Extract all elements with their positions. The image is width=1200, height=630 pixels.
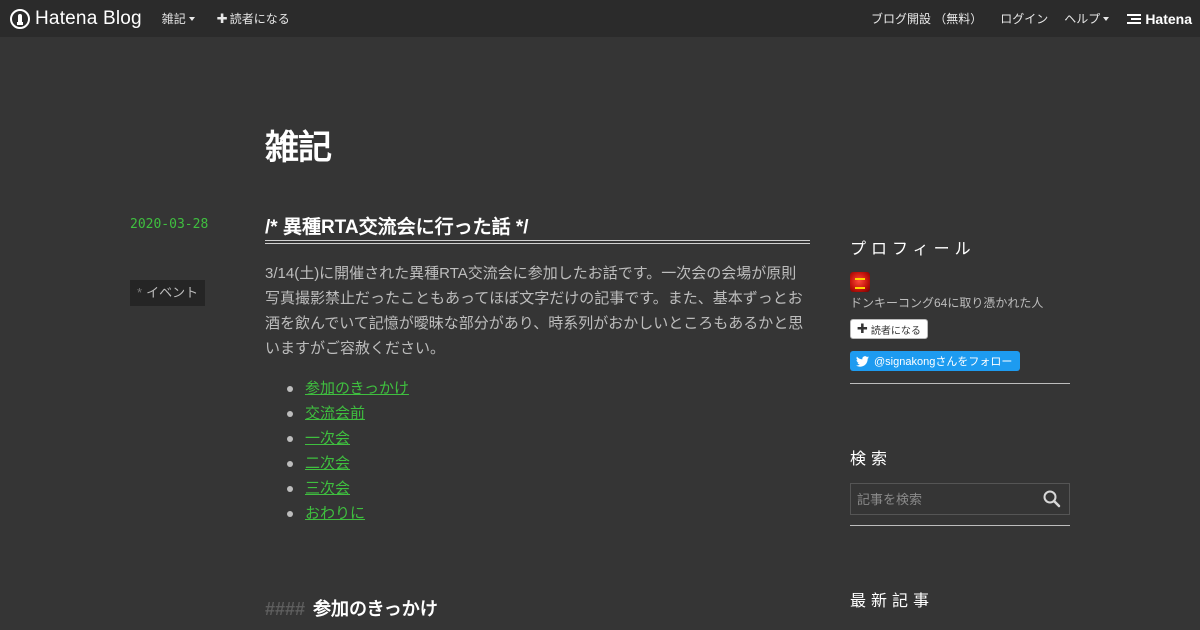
toc-link[interactable]: おわりに	[305, 501, 365, 526]
toc-item: 参加のきっかけ	[287, 376, 409, 401]
plus-icon: ✚	[857, 321, 868, 336]
toc-item: 一次会	[287, 426, 409, 451]
blog-title[interactable]: 雑記	[265, 120, 332, 169]
category-marker: *	[137, 285, 143, 300]
toc-item: 二次会	[287, 451, 409, 476]
start-blog-link[interactable]: ブログ開設 （無料）	[871, 10, 982, 27]
subscribe-button-label: 読者になる	[870, 325, 921, 337]
avatar[interactable]	[850, 272, 870, 292]
blog-menu-label: 雑記	[161, 12, 186, 26]
hatena-logo[interactable]: Hatena	[1127, 11, 1192, 27]
brand-name: Hatena Blog	[35, 7, 142, 29]
blog-menu[interactable]: 雑記	[162, 10, 195, 27]
twitter-bird-icon	[856, 356, 869, 367]
help-menu[interactable]: ヘルプ	[1064, 10, 1110, 27]
search-input[interactable]	[851, 491, 1041, 507]
table-of-contents: 参加のきっかけ 交流会前 一次会 二次会 三次会 おわりに	[287, 376, 409, 526]
sidebar-divider	[850, 525, 1070, 526]
toc-item: 交流会前	[287, 401, 409, 426]
toc-link[interactable]: 参加のきっかけ	[305, 376, 409, 401]
category-label: イベント	[146, 285, 199, 300]
login-label: ログイン	[1000, 12, 1049, 26]
toc-link[interactable]: 交流会前	[305, 401, 365, 426]
sidebar-divider	[850, 383, 1070, 384]
global-header: Hatena Blog 雑記 ✚ 読者になる ブログ開設 （無料） ログイン ヘ…	[0, 0, 1200, 37]
title-divider	[265, 240, 810, 244]
toc-item: 三次会	[287, 476, 409, 501]
heading-marker: ####	[265, 599, 306, 619]
recent-entries-heading: 最新記事	[850, 593, 935, 610]
twitter-follow-label: @signakongさんをフォロー	[874, 356, 1013, 368]
toc-link[interactable]: 三次会	[305, 476, 350, 501]
toc-item: おわりに	[287, 501, 409, 526]
entry-title[interactable]: /* 異種RTA交流会に行った話 */	[265, 212, 529, 239]
entry-intro: 3/14(土)に開催された異種RTA交流会に参加したお話です。一次会の会場が原則…	[265, 265, 804, 357]
help-label: ヘルプ	[1064, 12, 1101, 26]
chevron-down-icon	[188, 16, 195, 21]
section-heading-text: 参加のきっかけ	[313, 599, 438, 619]
hatena-blog-logo[interactable]: Hatena Blog	[10, 8, 142, 30]
entry-date[interactable]: 2020-03-28	[130, 217, 208, 232]
section-heading: #### 参加のきっかけ	[265, 595, 438, 621]
search-heading: 検索	[850, 451, 893, 468]
toc-link[interactable]: 一次会	[305, 426, 350, 451]
category-tag[interactable]: * イベント	[130, 280, 206, 306]
hatena-mark-icon	[1127, 12, 1142, 26]
profile-heading: プロフィール	[850, 241, 976, 258]
plus-icon: ✚	[216, 10, 228, 26]
header-right-nav: ブログ開設 （無料） ログイン ヘルプ Hatena	[871, 10, 1200, 27]
start-blog-label: ブログ開設 （無料）	[870, 12, 983, 26]
chevron-down-icon	[1103, 16, 1110, 21]
hatena-blog-icon	[10, 8, 30, 29]
subscribe-button[interactable]: ✚ 読者になる	[850, 319, 928, 339]
toc-link[interactable]: 二次会	[305, 451, 350, 476]
login-link[interactable]: ログイン	[1000, 10, 1048, 27]
search-form	[850, 483, 1070, 515]
subscribe-link[interactable]: ✚ 読者になる	[217, 10, 290, 27]
hatena-wordmark: Hatena	[1145, 10, 1192, 27]
subscribe-label: 読者になる	[229, 12, 290, 26]
search-icon[interactable]	[1041, 488, 1063, 510]
profile-description: ドンキーコング64に取り憑かれた人	[850, 296, 1044, 310]
twitter-follow-button[interactable]: @signakongさんをフォロー	[850, 351, 1021, 371]
